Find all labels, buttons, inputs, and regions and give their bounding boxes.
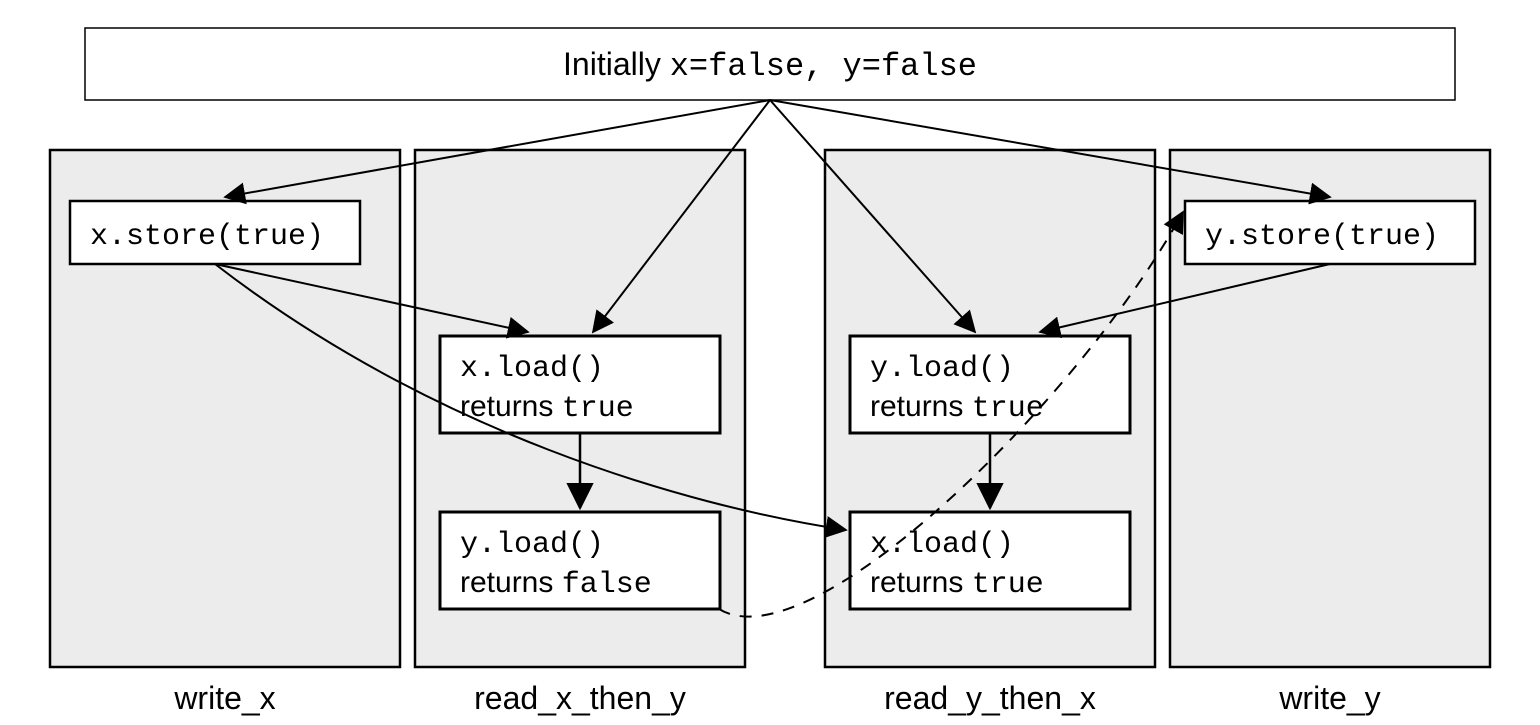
op-rx-xload-code: x.load() bbox=[460, 352, 604, 386]
thread-label-read-y-then-x: read_y_then_x bbox=[884, 680, 1096, 716]
diagram-canvas: Initially x=false, y=false write_x read_… bbox=[0, 0, 1540, 725]
op-ry-xload-ret: returns true bbox=[870, 566, 1044, 602]
op-rx-yload-code: y.load() bbox=[460, 528, 604, 562]
op-x-store-text: x.store(true) bbox=[90, 220, 324, 254]
thread-label-read-x-then-y: read_x_then_y bbox=[474, 680, 686, 716]
thread-label-write-x: write_x bbox=[173, 680, 275, 716]
op-rx-xload-ret: returns true bbox=[460, 390, 634, 426]
header-text: Initially x=false, y=false bbox=[563, 46, 977, 85]
op-ry-xload-code: x.load() bbox=[870, 528, 1014, 562]
op-y-store-text: y.store(true) bbox=[1205, 220, 1439, 254]
op-ry-yload-ret: returns true bbox=[870, 390, 1044, 426]
op-rx-yload-ret: returns false bbox=[460, 566, 652, 602]
thread-label-write-y: write_y bbox=[1278, 680, 1380, 716]
op-ry-yload-code: y.load() bbox=[870, 352, 1014, 386]
